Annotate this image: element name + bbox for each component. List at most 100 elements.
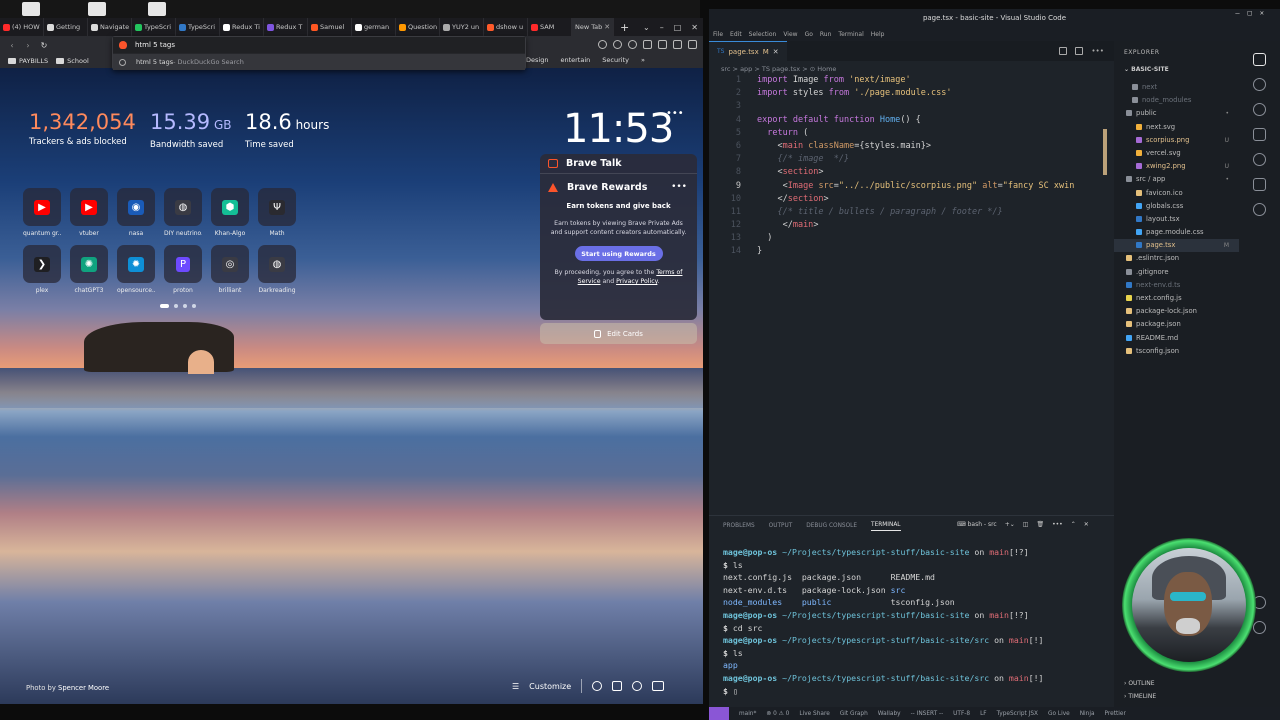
file-tree-item[interactable]: next-env.d.ts <box>1114 279 1239 292</box>
top-site-tile[interactable]: ❯ plex <box>23 245 61 294</box>
clock-menu-icon[interactable]: ••• <box>666 108 684 119</box>
desktop-file-icon[interactable] <box>88 2 106 16</box>
file-tree-item[interactable]: vercel.svg <box>1114 147 1239 160</box>
file-tree-item[interactable]: next.svg <box>1114 121 1239 134</box>
project-folder[interactable]: ⌄ BASIC-SITE <box>1114 56 1239 73</box>
back-icon[interactable]: ‹ <box>4 41 20 50</box>
bookmark-design[interactable]: Design <box>526 56 548 64</box>
maximize-icon[interactable]: □ <box>669 23 687 32</box>
window-controls[interactable]: –□✕ <box>1235 9 1272 17</box>
pager-dot[interactable] <box>192 304 196 308</box>
bookmarks-icon[interactable] <box>612 681 623 691</box>
menu-item[interactable]: File <box>713 31 723 38</box>
search-icon[interactable] <box>1253 78 1266 91</box>
file-tree-item[interactable]: node_modules <box>1114 94 1239 107</box>
desktop-file-icon[interactable] <box>148 2 166 16</box>
minimize-icon[interactable]: – <box>655 23 669 32</box>
status-item[interactable]: main* <box>739 711 756 717</box>
close-icon[interactable]: ✕ <box>604 23 610 31</box>
top-site-tile[interactable]: ▶ vtuber <box>70 188 108 237</box>
tab-output[interactable]: OUTPUT <box>769 523 793 529</box>
tab-problems[interactable]: PROBLEMS <box>723 523 755 529</box>
menu-item[interactable]: Go <box>805 31 813 38</box>
tab-item[interactable]: german <box>352 18 396 36</box>
extension-icon[interactable] <box>628 40 637 49</box>
tab-item[interactable]: Redux T <box>264 18 308 36</box>
file-tree-item[interactable]: scorpius.png U <box>1114 134 1239 147</box>
start-rewards-button[interactable]: Start using Rewards <box>574 246 663 261</box>
top-site-tile[interactable]: ◉ nasa <box>117 188 155 237</box>
menu-item[interactable]: Help <box>871 31 885 38</box>
customize-icon[interactable]: ☰ <box>512 682 519 691</box>
tab-item[interactable]: (4) HOW <box>0 18 44 36</box>
status-item[interactable]: UTF-8 <box>953 711 970 717</box>
file-tree-item[interactable]: package-lock.json <box>1114 305 1239 318</box>
tab-item[interactable]: Redux Ti <box>220 18 264 36</box>
maximize-panel-icon[interactable]: ⌃ <box>1071 521 1076 528</box>
top-site-tile[interactable]: Pproton <box>164 245 202 294</box>
status-item[interactable]: Wallaby <box>878 711 901 717</box>
status-item[interactable]: Go Live <box>1048 711 1070 717</box>
desktop-file-icon[interactable] <box>22 2 40 16</box>
pager-dot[interactable] <box>183 304 187 308</box>
file-tree-item[interactable]: tsconfig.json <box>1114 345 1239 358</box>
sidebar-icon[interactable] <box>658 40 667 49</box>
top-site-tile[interactable]: ✹ opensource... <box>117 245 155 294</box>
edit-cards-button[interactable]: Edit Cards <box>540 323 697 344</box>
file-tree-item[interactable]: package.json <box>1114 318 1239 331</box>
file-tree-item[interactable]: next <box>1114 81 1239 94</box>
brave-talk-card[interactable]: Brave Talk <box>540 154 697 174</box>
history-icon[interactable] <box>632 681 643 691</box>
address-input[interactable]: html 5 tags <box>113 37 525 53</box>
brave-shield-icon[interactable] <box>598 40 607 49</box>
status-item[interactable]: TypeScript JSX <box>997 711 1038 717</box>
file-tree-item[interactable]: next.config.js <box>1114 292 1239 305</box>
file-tree-item[interactable]: xwing2.png U <box>1114 160 1239 173</box>
top-site-tile[interactable]: ◍ DIY neutrino... <box>164 188 202 237</box>
tab-page-tsx[interactable]: TS page.tsx M ✕ <box>709 41 787 61</box>
photographer-link[interactable]: Spencer Moore <box>58 684 109 692</box>
timeline-section[interactable]: › TIMELINE <box>1124 693 1156 706</box>
tab-item[interactable]: TypeScri <box>176 18 220 36</box>
bookmark-school[interactable]: School <box>56 57 89 65</box>
split-terminal-icon[interactable]: ◫ <box>1023 521 1029 528</box>
close-panel-icon[interactable]: ✕ <box>1084 521 1089 528</box>
menu-item[interactable]: Selection <box>749 31 777 38</box>
new-tab-icon[interactable]: + <box>614 21 635 34</box>
lightning-icon[interactable] <box>1253 153 1266 166</box>
pager-dot[interactable] <box>174 304 178 308</box>
status-item[interactable]: Ninja <box>1080 711 1095 717</box>
settings-icon[interactable] <box>592 681 603 691</box>
tab-new-tab[interactable]: New Tab ✕ <box>572 18 614 36</box>
files-icon[interactable] <box>1253 53 1266 66</box>
top-site-tile[interactable]: ✺ chatGPT3 <box>70 245 108 294</box>
tab-item[interactable]: dshow u <box>484 18 528 36</box>
reload-icon[interactable]: ↻ <box>36 41 52 50</box>
split-editor-icon[interactable] <box>1075 47 1084 55</box>
status-item[interactable]: Prettier <box>1105 711 1126 717</box>
remote-icon[interactable] <box>1253 203 1266 216</box>
file-tree-item[interactable]: .gitignore <box>1114 266 1239 279</box>
pager-dot[interactable] <box>160 304 169 308</box>
bookmarks-overflow-icon[interactable]: » <box>641 56 645 64</box>
trash-icon[interactable]: 🗑 <box>1036 521 1044 528</box>
menu-item[interactable]: View <box>783 31 797 38</box>
tab-item[interactable]: Samuel <box>308 18 352 36</box>
more-icon[interactable]: ••• <box>1091 47 1104 55</box>
status-item[interactable]: Live Share <box>799 711 829 717</box>
extensions-icon[interactable] <box>1253 178 1266 191</box>
code-editor[interactable]: import Image from 'next/image' import st… <box>757 74 1111 259</box>
terminal-prompt[interactable]: $ ▯ <box>723 685 1103 698</box>
top-site-tile[interactable]: ⬢ Khan-Algo <box>211 188 249 237</box>
search-suggestion[interactable]: html 5 tags - DuckDuckGo Search <box>113 54 525 70</box>
tab-item[interactable]: YUY2 un <box>440 18 484 36</box>
privacy-link[interactable]: Privacy Policy <box>616 278 657 285</box>
menu-icon[interactable] <box>688 40 697 49</box>
tab-item[interactable]: Navigate <box>88 18 132 36</box>
close-window-icon[interactable]: ✕ <box>686 23 703 32</box>
menu-item[interactable]: Terminal <box>838 31 863 38</box>
status-item[interactable]: LF <box>980 711 987 717</box>
file-tree-item[interactable]: public • <box>1114 107 1239 120</box>
file-tree-item[interactable]: src / app • <box>1114 173 1239 186</box>
file-tree-item[interactable]: layout.tsx <box>1114 213 1239 226</box>
